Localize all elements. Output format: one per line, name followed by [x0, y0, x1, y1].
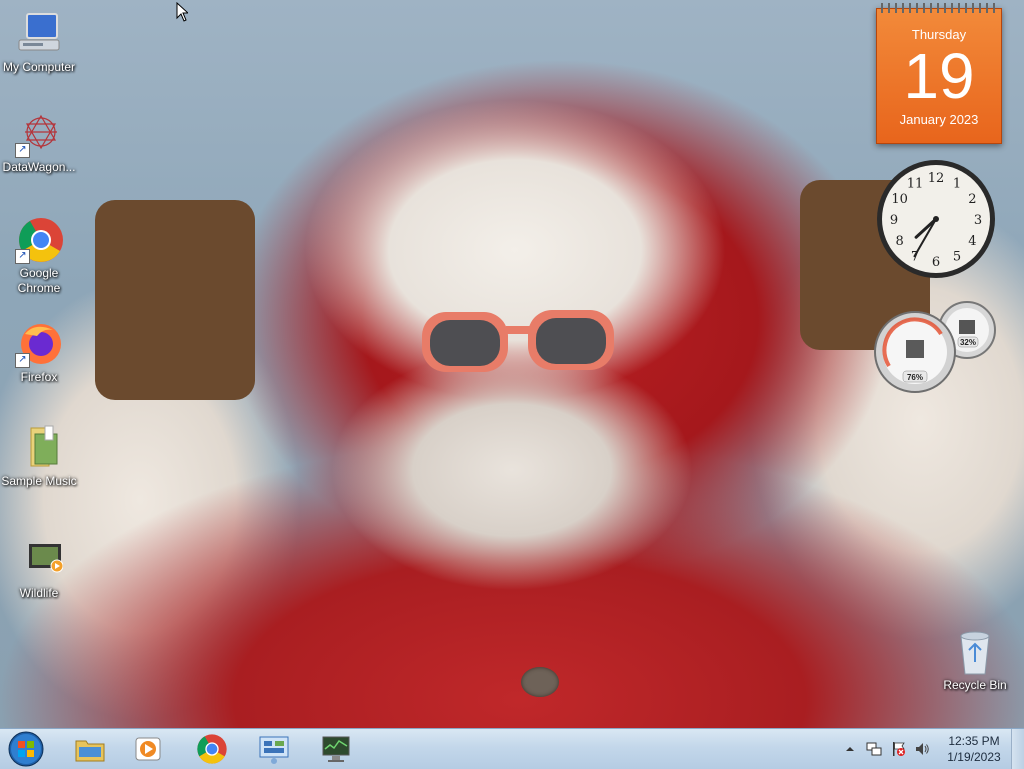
desktop-icon-firefox[interactable]: ↗ Firefox [1, 320, 77, 385]
clock-numeral: 1 [953, 177, 961, 192]
taskbar-time: 12:35 PM [948, 734, 1000, 748]
shortcut-arrow-icon: ↗ [15, 249, 30, 264]
desktop-icon-label: Wildlife [19, 586, 59, 600]
wallpaper-coat-button [521, 667, 559, 697]
wallpaper-left-glove [95, 200, 255, 400]
recycle-bin-icon [951, 628, 999, 676]
desktop-icon-label: Recycle Bin [943, 678, 1007, 692]
clock-numeral: 10 [891, 192, 908, 207]
cpu-meter-gadget[interactable]: 32% 76% [873, 300, 1001, 394]
action-center-flag-icon[interactable] [890, 741, 906, 757]
taskbar-control-panel[interactable] [248, 731, 300, 767]
clock-numeral: 2 [968, 192, 976, 207]
desktop-icon-label: Google Chrome [17, 266, 61, 295]
show-hidden-icons-chevron-icon[interactable] [844, 741, 860, 757]
taskbar: 12:35 PM 1/19/2023 [0, 728, 1024, 769]
windows-start-icon[interactable] [6, 730, 46, 768]
calendar-rings [881, 3, 997, 13]
memory-chip-icon [959, 320, 975, 334]
control-panel-icon [259, 736, 289, 764]
taskbar-clock[interactable]: 12:35 PM 1/19/2023 [934, 733, 1014, 765]
clock-numeral: 6 [932, 255, 940, 270]
clock-numeral: 5 [953, 249, 961, 264]
taskbar-google-chrome[interactable] [186, 731, 238, 767]
calendar-gadget[interactable]: Thursday 19 January 2023 [876, 3, 1002, 144]
calendar-month-year: January 2023 [899, 112, 979, 127]
desktop-icon-recycle-bin[interactable]: Recycle Bin [937, 628, 1013, 693]
mouse-cursor-icon [176, 2, 188, 22]
video-file-icon [15, 536, 64, 584]
computer-icon [15, 10, 63, 58]
desktop-icon-datawagon[interactable]: ↗ DataWagon... [1, 110, 77, 175]
clock-numeral: 3 [974, 213, 982, 228]
clock-numeral: 12 [928, 171, 945, 186]
calendar-day-number: 19 [903, 40, 975, 112]
wallpaper-sunglasses [422, 310, 614, 372]
volume-speaker-icon[interactable] [914, 741, 930, 757]
desktop-icon-wildlife[interactable]: Wildlife [1, 536, 77, 601]
cpu-chip-icon [906, 340, 924, 358]
desktop-icon-label: DataWagon... [2, 160, 76, 174]
monitor-icon [322, 736, 350, 762]
desktop-icon-label: Sample Music [1, 474, 77, 488]
desktop-icon-label: My Computer [2, 60, 76, 74]
datawagon-icon: ↗ [15, 110, 63, 158]
clock-numeral: 4 [968, 234, 976, 249]
network-icon[interactable] [866, 741, 882, 757]
shortcut-arrow-icon: ↗ [15, 353, 30, 368]
desktop-icon-sample-music[interactable]: Sample Music [1, 424, 77, 489]
clock-numeral: 9 [890, 213, 898, 228]
taskbar-date: 1/19/2023 [947, 750, 1001, 764]
folder-icon [75, 740, 105, 762]
desktop-icon-label: Firefox [20, 370, 58, 384]
firefox-icon: ↗ [15, 320, 63, 368]
taskbar-media-player[interactable] [122, 731, 174, 767]
taskbar-monitor-app[interactable] [310, 731, 362, 767]
clock-gadget[interactable]: 121234567891011 [875, 158, 997, 280]
desktop-wallpaper [0, 0, 1024, 728]
desktop-icon-google-chrome[interactable]: ↗ Google Chrome [1, 216, 77, 296]
clock-numeral: 8 [895, 234, 903, 249]
show-desktop-button[interactable] [1011, 729, 1024, 769]
chrome-icon: ↗ [15, 216, 63, 264]
memory-percent: 32% [960, 338, 976, 347]
music-folder-icon [15, 424, 63, 472]
taskbar-file-explorer[interactable] [64, 731, 116, 767]
chrome-icon [197, 734, 227, 764]
shortcut-arrow-icon: ↗ [15, 143, 30, 158]
desktop-icon-my-computer[interactable]: My Computer [1, 10, 77, 75]
clock-numeral: 11 [907, 177, 924, 192]
media-player-icon [135, 737, 161, 761]
cpu-percent: 76% [907, 373, 923, 382]
